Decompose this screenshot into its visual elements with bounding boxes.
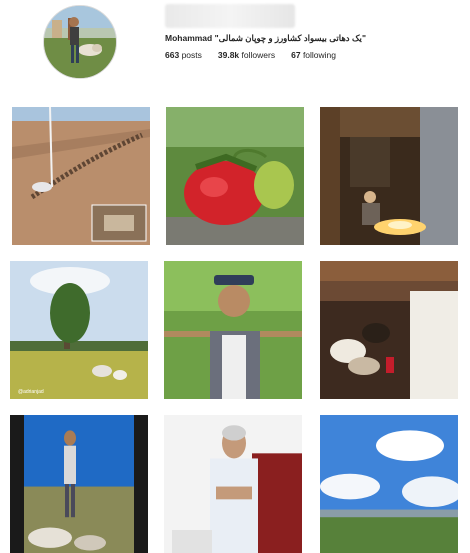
post-thumbnail[interactable] xyxy=(164,415,302,553)
strawberry-image xyxy=(166,107,304,245)
green-hills-image xyxy=(320,415,458,553)
harvested-field-image xyxy=(12,107,150,245)
posts-count: 663 xyxy=(165,50,180,60)
post-watermark: @adrianjad xyxy=(18,389,44,395)
profile-avatar[interactable] xyxy=(43,5,117,79)
old-man-image xyxy=(164,415,302,553)
post-thumbnail[interactable] xyxy=(320,107,458,245)
post-thumbnail[interactable] xyxy=(12,107,150,245)
post-thumbnail[interactable] xyxy=(166,107,304,245)
followers-stat[interactable]: 39.8k followers xyxy=(218,50,275,60)
posts-grid: @adrianjad xyxy=(10,107,462,553)
profile-header: Mohammad "یک دهاتی بیسواد کشاورز و چوپان… xyxy=(0,0,470,100)
username-blurred xyxy=(165,4,295,28)
following-stat[interactable]: 67 following xyxy=(291,50,336,60)
barn-fire-image xyxy=(320,107,458,245)
post-thumbnail[interactable] xyxy=(10,415,148,553)
bio-text: "یک دهاتی بیسواد کشاورز و چوپان شمالی" xyxy=(214,33,366,43)
followers-label: followers xyxy=(241,50,276,60)
following-count: 67 xyxy=(291,50,301,60)
posts-stat: 663 posts xyxy=(165,50,202,60)
rice-field-image xyxy=(10,261,148,399)
post-thumbnail[interactable] xyxy=(320,415,458,553)
post-thumbnail[interactable] xyxy=(320,261,458,399)
post-thumbnail[interactable] xyxy=(164,261,302,399)
posts-label: posts xyxy=(181,50,202,60)
bio-name: Mohammad xyxy=(165,33,213,43)
cows-barn-image xyxy=(320,261,458,399)
avatar-image xyxy=(44,6,116,78)
shepherd-image xyxy=(10,415,148,553)
followers-count: 39.8k xyxy=(217,50,240,60)
following-label: following xyxy=(302,50,337,60)
post-thumbnail[interactable]: @adrianjad xyxy=(10,261,148,399)
profile-stats: 663 posts 39.8k followers 67 following xyxy=(165,50,336,60)
young-man-image xyxy=(164,261,302,399)
profile-bio: Mohammad "یک دهاتی بیسواد کشاورز و چوپان… xyxy=(165,33,366,44)
